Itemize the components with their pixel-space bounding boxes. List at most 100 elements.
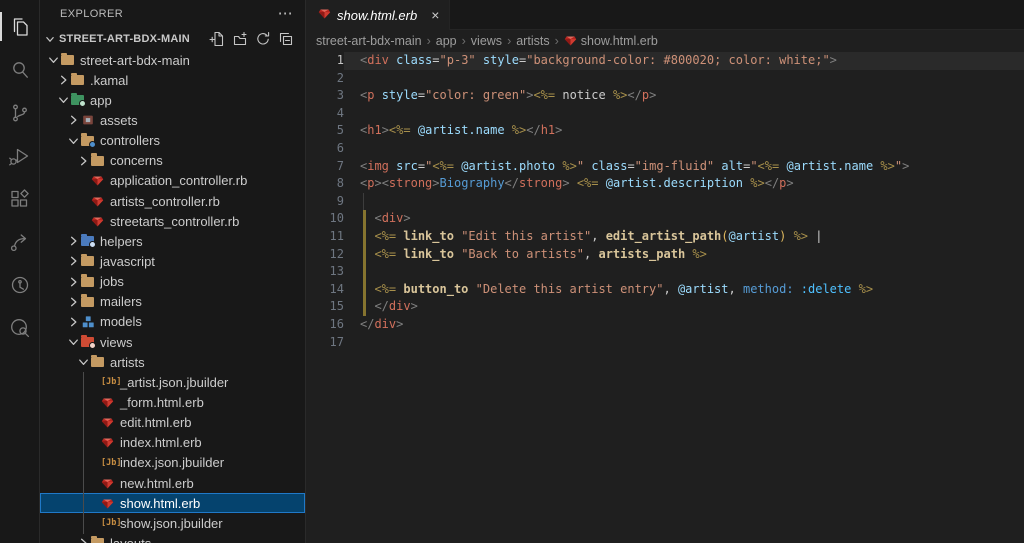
tree-item-label: index.json.jbuilder [120, 455, 225, 471]
more-actions-icon[interactable]: ⋯ [278, 6, 293, 21]
code-line-1[interactable]: 1 <div class="p-3" style="background-colo… [306, 52, 1024, 70]
tree-item-jobs[interactable]: jobs [40, 272, 305, 292]
tree-item-helpers[interactable]: helpers [40, 231, 305, 251]
ruby-icon [101, 416, 114, 429]
line-number: 10 [329, 211, 344, 226]
code-line-content [344, 263, 1024, 281]
explorer-header: EXPLORER ⋯ [40, 0, 305, 28]
tree-item-label: layouts [109, 536, 151, 543]
code-line-11[interactable]: 11 <%= link_to "Edit this artist", edit_… [306, 227, 1024, 246]
folder-blue [81, 233, 96, 249]
code-line-9[interactable]: 9 [306, 192, 1024, 211]
activity-explorer-button[interactable] [0, 5, 39, 48]
tree-item-index-html-erb[interactable]: index.html.erb [40, 433, 305, 453]
tree-item-label: show.html.erb [120, 495, 201, 511]
chevron-right-icon [66, 253, 81, 269]
activity-code-search-button[interactable] [0, 306, 39, 349]
line-number: 16 [329, 316, 344, 331]
breadcrumb-item-views[interactable]: views [471, 34, 502, 48]
code-line-content: </div> [344, 298, 1024, 316]
activity-source-control-button[interactable] [0, 91, 39, 134]
tab-show-html-erb[interactable]: show.html.erb × [306, 0, 451, 30]
tree-item-label: street-art-bdx-main [80, 52, 190, 68]
code-line-17[interactable]: 17 [306, 334, 1024, 352]
code-line-5[interactable]: 5 <h1><%= @artist.name %></h1> [306, 122, 1024, 140]
activity-timeline-button[interactable] [0, 263, 39, 306]
code-line-14[interactable]: 14 <%= button_to "Delete this artist ent… [306, 280, 1024, 299]
code-line-16[interactable]: 16 </div> [306, 316, 1024, 334]
code-line-7[interactable]: 7 <img src="<%= @artist.photo %>" class="… [306, 158, 1024, 176]
breadcrumb-label: views [470, 33, 503, 48]
new-folder-icon[interactable] [230, 29, 250, 49]
chevron-right-icon [56, 72, 71, 88]
tree-item-artists[interactable]: artists [40, 352, 305, 372]
tree-item-mailers[interactable]: mailers [40, 292, 305, 312]
code-line-content: <div> [344, 210, 1024, 228]
tree-item--artist-json-jbuilder[interactable]: [Jb] _artist.json.jbuilder [40, 372, 305, 392]
tree-item--form-html-erb[interactable]: _form.html.erb [40, 392, 305, 412]
chevron-right-icon [66, 233, 81, 249]
tree-item--kamal[interactable]: .kamal [40, 70, 305, 90]
code-editor[interactable]: 1 <div class="p-3" style="background-colo… [306, 51, 1024, 543]
vscode-window: EXPLORER ⋯ STREET-ART-BDX-MAIN street-ar… [0, 0, 1024, 543]
line-number: 12 [329, 246, 344, 261]
breadcrumb-item-app[interactable]: app [436, 34, 457, 48]
close-icon[interactable]: × [431, 7, 439, 23]
breadcrumb: street-art-bdx-main › app › views › artists › sh… [306, 30, 1024, 51]
activity-search-button[interactable] [0, 48, 39, 91]
code-line-2[interactable]: 2 [306, 70, 1024, 88]
tree-item-street-art-bdx-main[interactable]: street-art-bdx-main [40, 50, 305, 70]
tree-item-controllers[interactable]: controllers [40, 131, 305, 151]
tree-item-show-json-jbuilder[interactable]: [Jb] show.json.jbuilder [40, 513, 305, 533]
collapse-all-icon[interactable] [276, 29, 296, 49]
activity-remote-button[interactable] [0, 220, 39, 263]
tree-item-application-controller-rb[interactable]: application_controller.rb [40, 171, 305, 191]
code-line-content [344, 70, 1024, 88]
code-line-content: <p><strong>Biography</strong> <%= @artis… [360, 176, 794, 191]
tree-item-models[interactable]: models [40, 312, 305, 332]
tree-item-streetarts-controller-rb[interactable]: streetarts_controller.rb [40, 211, 305, 231]
new-file-icon[interactable] [207, 29, 227, 49]
chevron-right-icon [66, 294, 81, 310]
code-line-10[interactable]: 10 <div> [306, 210, 1024, 228]
breadcrumb-item-street-art-bdx-main[interactable]: street-art-bdx-main [316, 34, 422, 48]
tree-item-label: assets [100, 112, 138, 128]
tree-item-javascript[interactable]: javascript [40, 251, 305, 271]
line-number: 7 [336, 158, 344, 173]
code-line-13[interactable]: 13 [306, 263, 1024, 281]
tree-item-new-html-erb[interactable]: new.html.erb [40, 473, 305, 493]
tree-item-assets[interactable]: assets [40, 110, 305, 130]
code-line-15[interactable]: 15 </div> [306, 298, 1024, 316]
tree-item-concerns[interactable]: concerns [40, 151, 305, 171]
activity-run-debug-button[interactable] [0, 134, 39, 177]
tree-item-layouts[interactable]: layouts [40, 533, 305, 543]
tree-item-views[interactable]: views [40, 332, 305, 352]
breadcrumb-item-artists[interactable]: artists [516, 34, 549, 48]
tree-item-edit-html-erb[interactable]: edit.html.erb [40, 413, 305, 433]
tree-item-index-json-jbuilder[interactable]: [Jb] index.json.jbuilder [40, 453, 305, 473]
code-line-content [344, 105, 1024, 123]
chevron-down-icon [56, 92, 71, 108]
ruby-icon [101, 436, 114, 449]
code-line-content: <%= link_to "Back to artists", artists_p… [344, 245, 1024, 264]
code-line-3[interactable]: 3 <p style="color: green"><%= notice %></… [306, 87, 1024, 105]
source-control-icon [8, 101, 32, 125]
breadcrumb-label: artists [516, 33, 550, 48]
tree-item-label: streetarts_controller.rb [110, 213, 240, 229]
workspace-section-header[interactable]: STREET-ART-BDX-MAIN [40, 28, 305, 50]
code-line-4[interactable]: 4 [306, 105, 1024, 123]
folder-green [71, 92, 86, 108]
file-tree: street-art-bdx-main .kamal app assets contro… [40, 50, 305, 543]
tab-label: show.html.erb [337, 7, 418, 23]
refresh-icon[interactable] [253, 29, 273, 49]
code-line-12[interactable]: 12 <%= link_to "Back to artists", artist… [306, 245, 1024, 264]
tree-item-show-html-erb[interactable]: show.html.erb [40, 493, 305, 514]
activity-bar [0, 0, 40, 543]
tree-item-artists-controller-rb[interactable]: artists_controller.rb [40, 191, 305, 211]
folder-tan [91, 354, 104, 368]
activity-extensions-button[interactable] [0, 177, 39, 220]
tree-item-app[interactable]: app [40, 90, 305, 110]
breadcrumb-item-show-html-erb[interactable]: show.html.erb [564, 34, 658, 48]
code-line-6[interactable]: 6 [306, 140, 1024, 158]
code-line-8[interactable]: 8 <p><strong>Biography</strong> <%= @arti… [306, 175, 1024, 193]
